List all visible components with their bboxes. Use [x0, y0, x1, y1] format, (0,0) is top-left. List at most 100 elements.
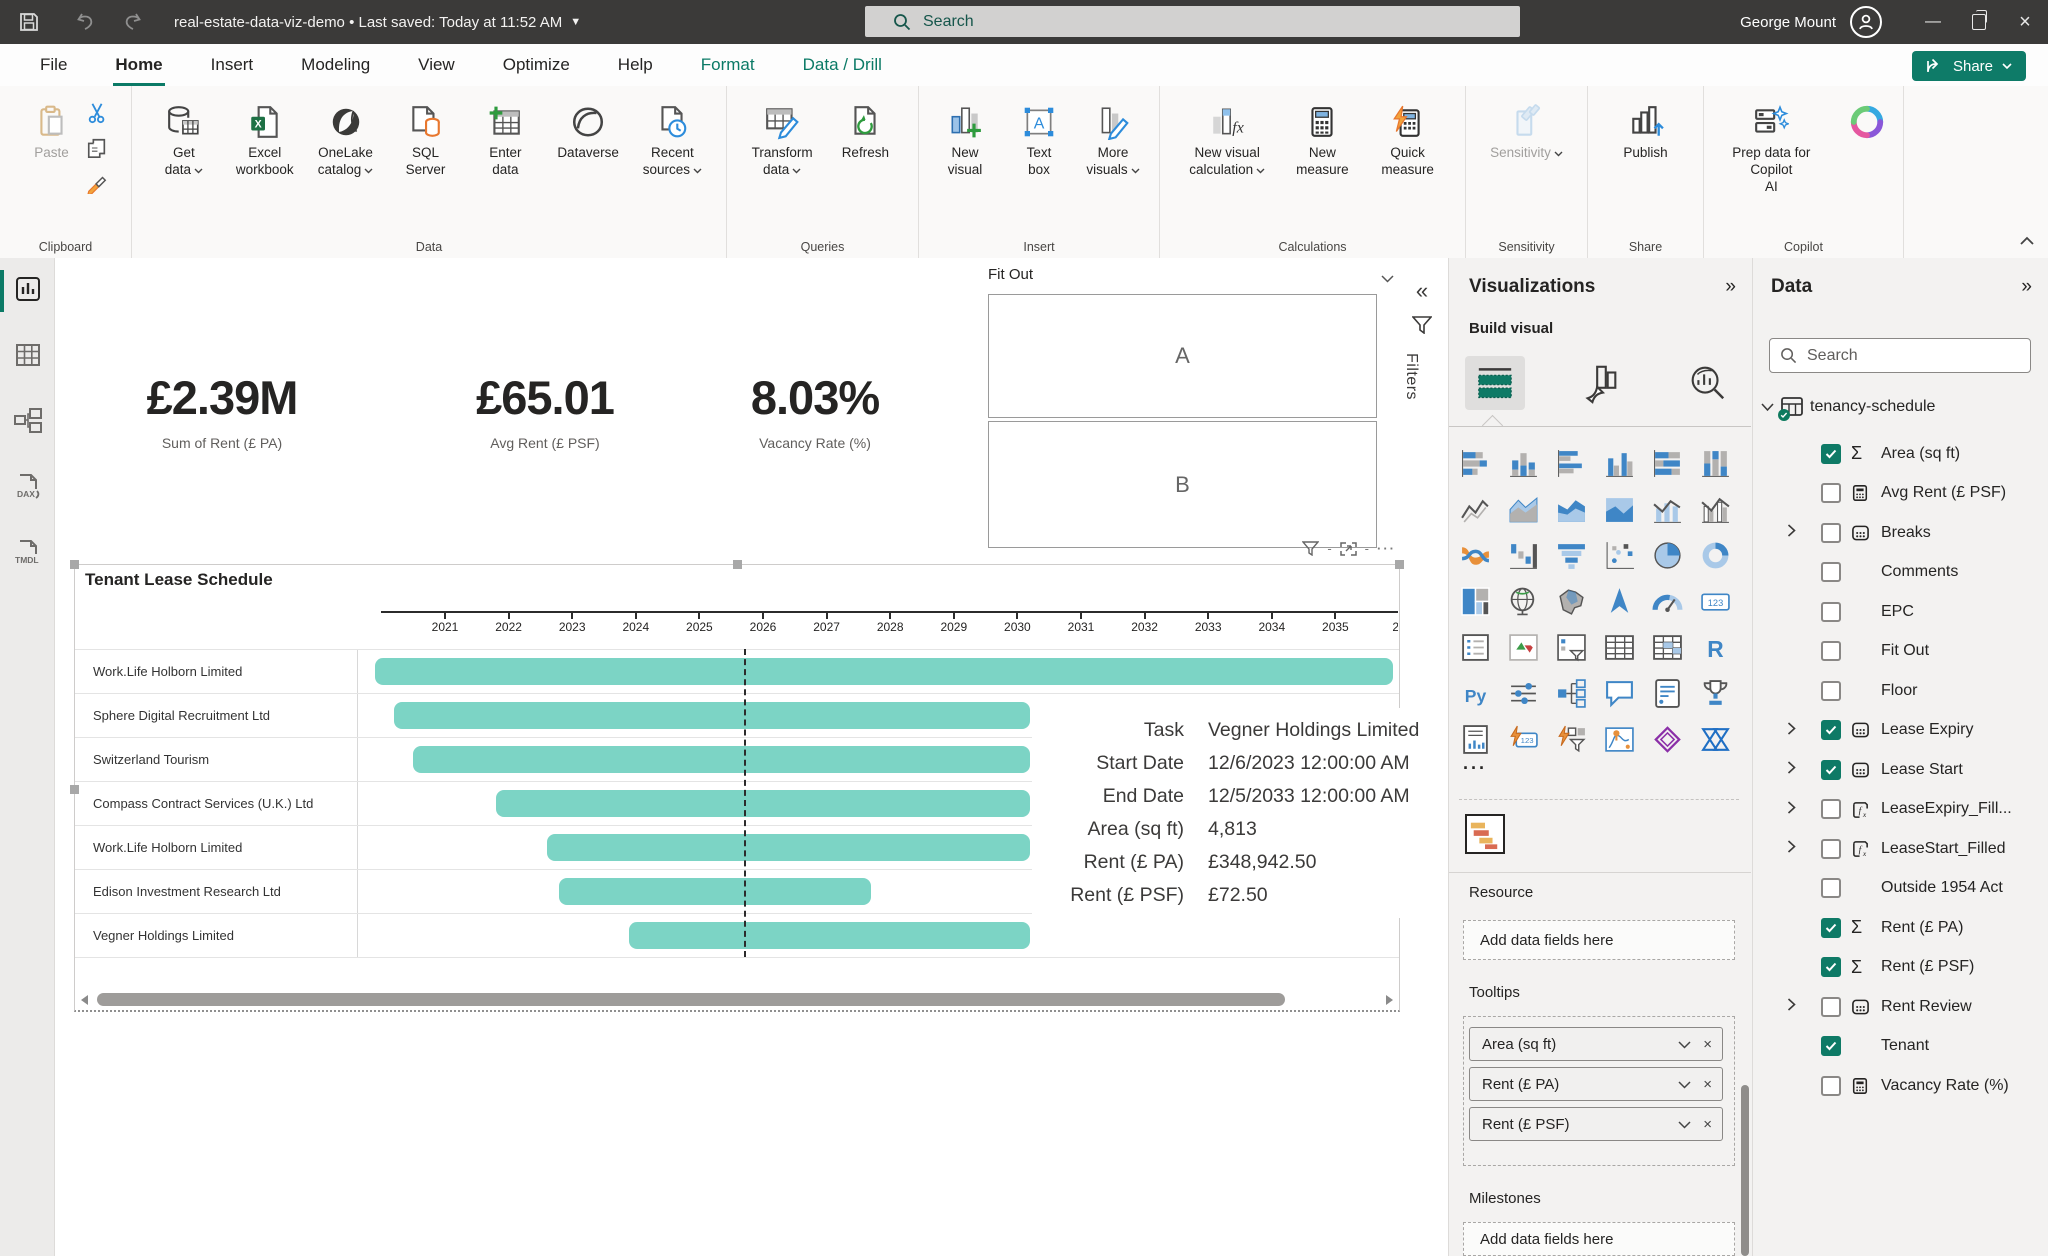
copilot-logo-button[interactable] [1839, 100, 1895, 144]
sidebar-item-tmdl-view[interactable]: TMDL [0, 522, 55, 588]
field-row-breaks[interactable]: Breaks [1753, 513, 2048, 553]
field-checkbox[interactable] [1821, 602, 1841, 622]
kpi-card[interactable]: £65.01Avg Rent (£ PSF) [395, 370, 695, 451]
multi-row-card-icon[interactable] [1451, 624, 1499, 670]
ribbon-tab-help[interactable]: Help [594, 44, 677, 86]
field-row-avg-rent-psf-[interactable]: Avg Rent (£ PSF) [1753, 474, 2048, 514]
100-stacked-bar-chart-icon[interactable] [1643, 440, 1691, 486]
fit-out-box-b[interactable]: B [988, 421, 1377, 548]
expand-icon[interactable] [1787, 722, 1821, 739]
waterfall-chart-icon[interactable] [1499, 532, 1547, 578]
kpi-card[interactable]: £2.39MSum of Rent (£ PA) [72, 370, 372, 451]
dataverse-button[interactable]: Dataverse [557, 100, 619, 161]
field-row-fit-out[interactable]: Fit Out [1753, 632, 2048, 672]
ribbon-tab-modeling[interactable]: Modeling [277, 44, 394, 86]
sensitivity-button[interactable]: Sensitivity [1490, 100, 1563, 161]
expand-icon[interactable] [1787, 524, 1821, 541]
kpi-icon[interactable] [1499, 624, 1547, 670]
restore-button[interactable] [1956, 0, 2002, 44]
kpi-card[interactable]: 8.03%Vacancy Rate (%) [665, 370, 965, 451]
field-pill[interactable]: Rent (£ PSF)× [1469, 1107, 1723, 1141]
power-automate-card-icon[interactable] [1547, 716, 1595, 762]
field-row-rent-psf-[interactable]: ΣRent (£ PSF) [1753, 948, 2048, 988]
ribbon-tab-insert[interactable]: Insert [187, 44, 278, 86]
field-pill[interactable]: Rent (£ PA)× [1469, 1067, 1723, 1101]
field-checkbox[interactable] [1821, 720, 1841, 740]
clustered-column-chart-icon[interactable] [1595, 440, 1643, 486]
paste-button[interactable]: Paste [24, 100, 80, 199]
field-checkbox[interactable] [1821, 523, 1841, 543]
sidebar-item-report-view[interactable] [0, 258, 55, 324]
scroll-right-icon[interactable] [1386, 995, 1393, 1005]
field-row-tenant[interactable]: Tenant [1753, 1027, 2048, 1067]
remove-field-icon[interactable]: × [1703, 1076, 1712, 1093]
resize-handle[interactable] [70, 560, 79, 569]
field-checkbox[interactable] [1821, 799, 1841, 819]
expand-icon[interactable] [1787, 998, 1821, 1015]
pane-scrollbar[interactable] [1741, 1085, 1749, 1256]
field-checkbox[interactable] [1821, 641, 1841, 661]
100-stacked-area-chart-icon[interactable] [1595, 486, 1643, 532]
line-and-stacked-column-chart-icon[interactable] [1643, 486, 1691, 532]
resize-handle[interactable] [70, 785, 79, 794]
line-chart-icon[interactable] [1451, 486, 1499, 532]
pie-chart-icon[interactable] [1643, 532, 1691, 578]
global-search-box[interactable]: Search [865, 6, 1520, 37]
ribbon-tab-data-drill[interactable]: Data / Drill [779, 44, 906, 86]
milestones-field-well[interactable]: Add data fields here [1463, 1222, 1735, 1256]
ribbon-tab-view[interactable]: View [394, 44, 479, 86]
sidebar-item-table-view[interactable] [0, 324, 55, 390]
publish-button[interactable]: Publish [1618, 100, 1674, 161]
filter-icon[interactable] [1402, 316, 1442, 339]
scatter-chart-icon[interactable] [1595, 532, 1643, 578]
redo-icon[interactable] [118, 7, 148, 37]
map-icon[interactable] [1499, 578, 1547, 624]
tab-build-visual[interactable] [1465, 356, 1525, 410]
field-row-comments[interactable]: Comments [1753, 553, 2048, 593]
resize-handle[interactable] [1395, 560, 1404, 569]
remove-field-icon[interactable]: × [1703, 1036, 1712, 1053]
tooltips-field-well[interactable]: Area (sq ft)×Rent (£ PA)×Rent (£ PSF)× [1463, 1016, 1735, 1166]
collapse-ribbon-icon[interactable] [2020, 232, 2034, 250]
ribbon-tab-file[interactable]: File [16, 44, 91, 86]
chevron-down-icon[interactable] [1678, 1116, 1691, 1133]
onelake-button[interactable]: OneLake catalog [318, 100, 374, 178]
decomposition-tree-icon[interactable] [1547, 670, 1595, 716]
user-name[interactable]: George Mount [1740, 14, 1836, 31]
field-checkbox[interactable] [1821, 483, 1841, 503]
field-row-outside-1954-act[interactable]: Outside 1954 Act [1753, 869, 2048, 909]
recent-button[interactable]: Recent sources [643, 100, 702, 178]
arcgis-map-icon[interactable] [1595, 716, 1643, 762]
area-chart-icon[interactable] [1499, 486, 1547, 532]
ribbon-chart-icon[interactable] [1451, 532, 1499, 578]
gantt-chart-visual-icon[interactable] [1465, 814, 1505, 854]
card-icon[interactable]: 123 [1691, 578, 1739, 624]
ribbon-tab-format[interactable]: Format [677, 44, 779, 86]
collapse-pane-icon[interactable]: » [2021, 276, 2032, 298]
expand-filters-icon[interactable]: « [1402, 278, 1442, 304]
power-apps-card-icon[interactable]: 123 [1499, 716, 1547, 762]
format-painter-icon[interactable] [86, 172, 108, 199]
minimize-button[interactable]: — [1910, 0, 1956, 44]
table-node-tenancy-schedule[interactable]: tenancy-schedule [1761, 396, 1935, 418]
excel-button[interactable]: XExcel workbook [236, 100, 294, 178]
field-checkbox[interactable] [1821, 957, 1841, 977]
power-automate-icon[interactable] [1691, 716, 1739, 762]
field-checkbox[interactable] [1821, 839, 1841, 859]
sidebar-item-dax-query-view[interactable]: DAX [0, 456, 55, 522]
transform-button[interactable]: Transform data [752, 100, 813, 178]
data-search-box[interactable]: Search [1769, 338, 2031, 373]
field-row-rent-pa-[interactable]: ΣRent (£ PA) [1753, 908, 2048, 948]
tab-analytics[interactable] [1677, 356, 1737, 410]
cut-icon[interactable] [86, 102, 108, 129]
field-checkbox[interactable] [1821, 997, 1841, 1017]
power-apps-icon[interactable] [1643, 716, 1691, 762]
expand-icon[interactable] [1787, 801, 1821, 818]
gauge-icon[interactable] [1643, 578, 1691, 624]
chevron-down-icon[interactable] [1678, 1076, 1691, 1093]
resource-field-well[interactable]: Add data fields here [1463, 920, 1735, 960]
tab-format-visual[interactable] [1571, 356, 1631, 410]
more-visuals-icon[interactable]: ··· [1463, 758, 1487, 779]
line-and-clustered-column-chart-icon[interactable] [1691, 486, 1739, 532]
azure-map-icon[interactable] [1595, 578, 1643, 624]
